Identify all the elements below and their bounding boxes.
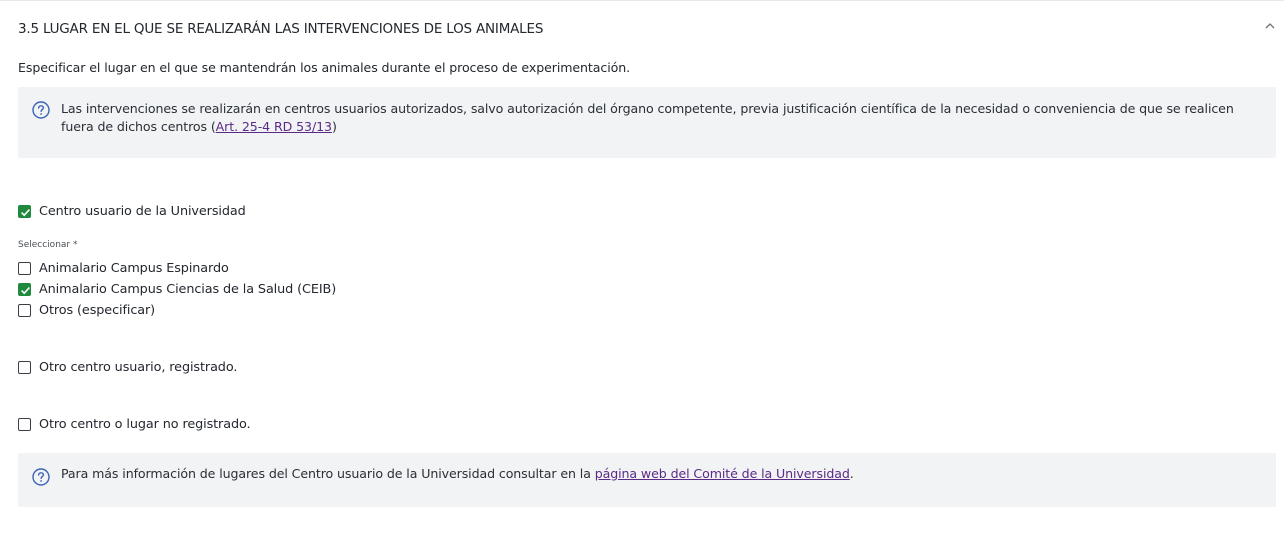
checkbox-campus-ceib[interactable] <box>18 282 31 296</box>
info-text-legal: Las intervenciones se realizarán en cent… <box>61 100 1254 136</box>
art-25-4-link[interactable]: Art. 25-4 RD 53/13 <box>216 119 332 134</box>
info-text-more-info: Para más información de lugares del Cent… <box>61 465 1254 483</box>
info-box-more-info: Para más información de lugares del Cent… <box>18 453 1276 507</box>
comite-web-link[interactable]: página web del Comité de la Universidad <box>595 466 850 481</box>
checkbox-centro-universidad[interactable] <box>18 204 31 218</box>
section-description: Especificar el lugar en el que se manten… <box>18 60 631 75</box>
section-title: 3.5 LUGAR EN EL QUE SE REALIZARÁN LAS IN… <box>18 21 544 37</box>
checkbox-campus-espinardo[interactable] <box>18 261 31 275</box>
option-otro-registrado[interactable]: Otro centro usuario, registrado. <box>18 359 237 375</box>
label-otros-especificar: Otros (especificar) <box>39 302 156 318</box>
option-centro-universidad[interactable]: Centro usuario de la Universidad <box>18 203 246 219</box>
info2-text-after: . <box>849 466 854 481</box>
chevron-up-icon[interactable] <box>1262 18 1278 34</box>
info2-text-before: Para más información de lugares del Cent… <box>61 466 595 481</box>
question-circle-icon <box>32 468 50 486</box>
option-otro-no-registrado[interactable]: Otro centro o lugar no registrado. <box>18 416 251 432</box>
checkbox-otros-especificar[interactable] <box>18 303 31 317</box>
label-centro-universidad: Centro usuario de la Universidad <box>39 203 246 219</box>
option-campus-ceib[interactable]: Animalario Campus Ciencias de la Salud (… <box>18 281 336 297</box>
label-campus-ceib: Animalario Campus Ciencias de la Salud (… <box>39 281 337 297</box>
option-campus-espinardo[interactable]: Animalario Campus Espinardo <box>18 260 229 276</box>
select-label: Seleccionar * <box>18 240 78 250</box>
info-box-legal: Las intervenciones se realizarán en cent… <box>18 87 1276 158</box>
label-otro-registrado: Otro centro usuario, registrado. <box>39 359 238 375</box>
top-divider <box>0 0 1284 1</box>
question-circle-icon <box>32 101 50 119</box>
checkbox-otro-no-registrado[interactable] <box>18 417 31 431</box>
label-campus-espinardo: Animalario Campus Espinardo <box>39 260 229 276</box>
label-otro-no-registrado: Otro centro o lugar no registrado. <box>39 416 251 432</box>
option-otros-especificar[interactable]: Otros (especificar) <box>18 302 155 318</box>
checkbox-otro-registrado[interactable] <box>18 360 31 374</box>
info-text-after: ) <box>331 119 337 134</box>
